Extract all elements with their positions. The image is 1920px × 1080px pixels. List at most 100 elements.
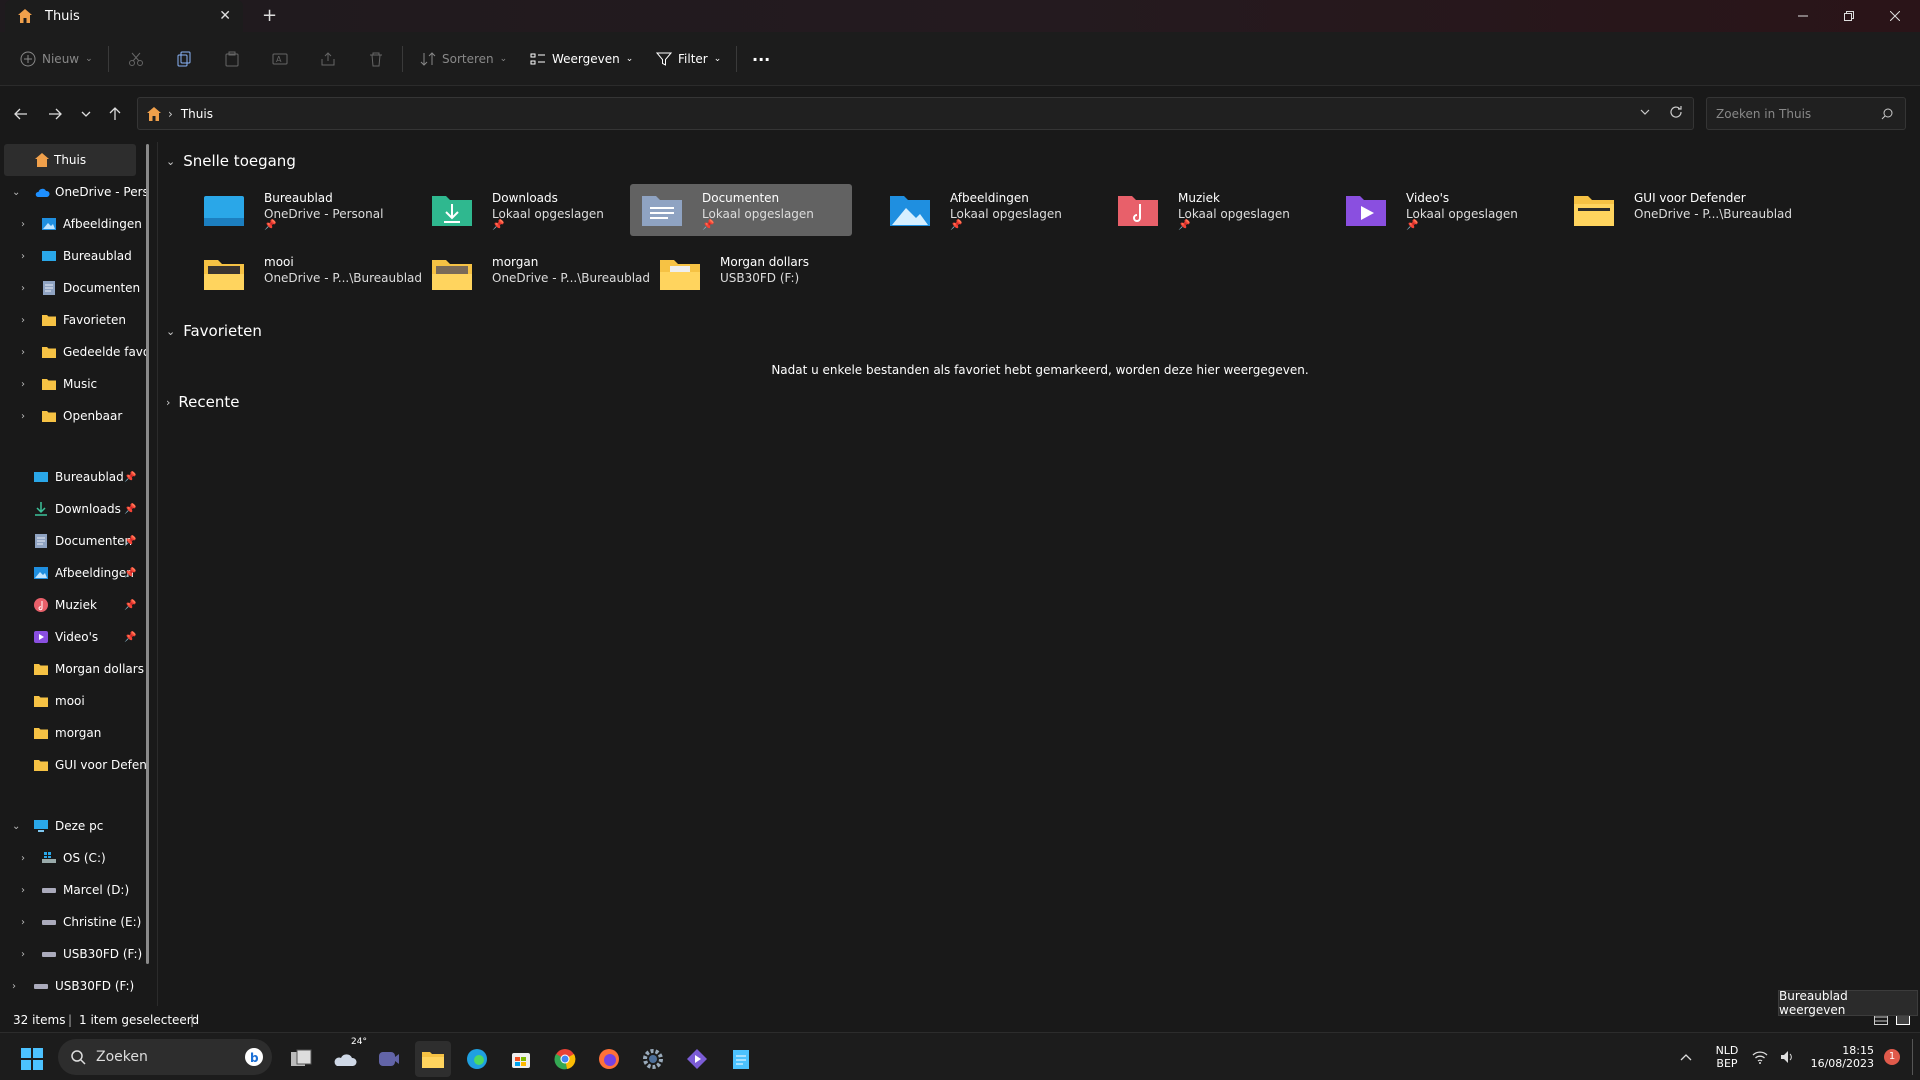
recent-header[interactable]: › Recente (166, 393, 239, 411)
quick-access-item-bureaublad[interactable]: Bureaublad OneDrive - Personal 📌 (192, 184, 414, 236)
quick-access-item-documenten[interactable]: Documenten Lokaal opgeslagen 📌 (630, 184, 852, 236)
minimize-button[interactable] (1780, 0, 1826, 32)
quick-access-item-mooi[interactable]: mooi OneDrive - P...\Bureaublad (192, 248, 422, 300)
quick-access-item-videos[interactable]: Video's Lokaal opgeslagen 📌 (1334, 184, 1556, 236)
sidebar-pinned-videos[interactable]: Video's 📌 (0, 621, 146, 653)
refresh-button[interactable] (1669, 105, 1683, 122)
chevron-right-icon[interactable]: › (21, 347, 25, 358)
sidebar-pinned-downloads[interactable]: Downloads 📌 (0, 493, 146, 525)
new-tab-button[interactable]: + (262, 5, 277, 26)
sidebar-item-onedrive[interactable]: ⌄ OneDrive - Personal (0, 176, 146, 208)
sidebar-item-thuis[interactable]: Thuis (4, 144, 136, 176)
taskbar-search[interactable]: Zoeken b (58, 1039, 272, 1075)
sidebar-pinned-muziek[interactable]: Muziek 📌 (0, 589, 146, 621)
network-volume-button[interactable] (1752, 1033, 1796, 1080)
quick-access-item-afbeeldingen[interactable]: Afbeeldingen Lokaal opgeslagen 📌 (878, 184, 1100, 236)
restore-button[interactable] (1826, 0, 1872, 32)
up-button[interactable] (101, 100, 129, 128)
item-location: Lokaal opgeslagen (492, 207, 604, 221)
search-input[interactable]: Zoeken in Thuis (1716, 107, 1811, 121)
sidebar-item-bureaublad[interactable]: › Bureaublad (0, 240, 146, 272)
task-view-button[interactable] (283, 1041, 319, 1077)
sidebar-item-favorieten[interactable]: › Favorieten (0, 304, 146, 336)
chevron-right-icon[interactable]: › (12, 981, 16, 992)
sidebar-drive-f[interactable]: › USB30FD (F:) (0, 938, 146, 970)
chevron-right-icon[interactable]: › (21, 283, 25, 294)
quick-access-item-gui-voor-defender[interactable]: GUI voor Defender OneDrive - P...\Bureau… (1562, 184, 1792, 236)
notepad-button[interactable] (723, 1041, 759, 1077)
more-options-button[interactable]: ··· (752, 32, 770, 86)
quick-access-item-morgan[interactable]: morgan OneDrive - P...\Bureaublad (420, 248, 650, 300)
quick-access-item-morgan-dollars[interactable]: Morgan dollars USB30FD (F:) (648, 248, 870, 300)
file-explorer-button[interactable] (415, 1041, 451, 1077)
chevron-right-icon[interactable]: › (21, 411, 25, 422)
sidebar-drive-d[interactable]: › Marcel (D:) (0, 874, 146, 906)
show-desktop-button[interactable] (1912, 1039, 1913, 1075)
quick-access-header[interactable]: ⌄ Snelle toegang (166, 152, 296, 170)
rename-button[interactable]: A (272, 32, 294, 86)
breadcrumb-thuis[interactable]: Thuis (181, 107, 213, 121)
filter-button[interactable]: Filter ⌄ (656, 32, 721, 86)
close-window-button[interactable] (1872, 0, 1918, 32)
app-button[interactable] (679, 1041, 715, 1077)
sidebar-folder-morgan-dollars[interactable]: Morgan dollars (0, 653, 146, 685)
forward-button[interactable] (41, 100, 69, 128)
quick-access-item-downloads[interactable]: Downloads Lokaal opgeslagen 📌 (420, 184, 642, 236)
chevron-right-icon[interactable]: › (21, 379, 25, 390)
chevron-down-icon[interactable]: ⌄ (12, 821, 20, 832)
sidebar-folder-morgan[interactable]: morgan (0, 717, 146, 749)
search-box[interactable]: Zoeken in Thuis (1706, 97, 1906, 130)
sidebar-usb-drive[interactable]: › USB30FD (F:) (0, 970, 146, 1002)
sidebar-item-music[interactable]: › Music (0, 368, 146, 400)
address-bar[interactable]: › Thuis (137, 97, 1694, 130)
new-button[interactable]: Nieuw ⌄ (20, 32, 93, 86)
address-dropdown-button[interactable] (1639, 106, 1651, 121)
sidebar-item-gedeelde-favorieten[interactable]: › Gedeelde favorieten (0, 336, 146, 368)
tab-thuis[interactable]: Thuis ✕ (5, 0, 243, 32)
favorites-header[interactable]: ⌄ Favorieten (166, 322, 262, 340)
chevron-right-icon[interactable]: › (21, 917, 25, 928)
chevron-right-icon[interactable]: › (21, 219, 25, 230)
cut-button[interactable] (128, 32, 150, 86)
sidebar-pinned-afbeeldingen[interactable]: Afbeeldingen 📌 (0, 557, 146, 589)
recent-locations-button[interactable] (72, 100, 100, 128)
sidebar-folder-mooi[interactable]: mooi (0, 685, 146, 717)
sidebar-scrollbar[interactable] (146, 144, 149, 964)
paste-button[interactable] (224, 32, 246, 86)
clock[interactable]: 18:15 16/08/2023 (1802, 1033, 1874, 1080)
sidebar-drive-c[interactable]: › OS (C:) (0, 842, 146, 874)
sidebar-folder-gui-voor-defender[interactable]: GUI voor Defender (0, 749, 146, 781)
copy-button[interactable] (176, 32, 198, 86)
show-hidden-icons-button[interactable] (1676, 1033, 1696, 1080)
sidebar-item-documenten[interactable]: › Documenten (0, 272, 146, 304)
chevron-down-icon[interactable]: ⌄ (12, 187, 20, 198)
back-button[interactable] (7, 100, 35, 128)
chevron-right-icon[interactable]: › (21, 949, 25, 960)
chevron-right-icon[interactable]: › (21, 315, 25, 326)
chevron-right-icon[interactable]: › (21, 853, 25, 864)
share-button[interactable] (320, 32, 342, 86)
chevron-right-icon[interactable]: › (21, 251, 25, 262)
sidebar-item-openbaar[interactable]: › Openbaar (0, 400, 146, 432)
edge-button[interactable] (459, 1041, 495, 1077)
settings-button[interactable] (635, 1041, 671, 1077)
close-tab-button[interactable]: ✕ (219, 8, 231, 24)
quick-access-item-muziek[interactable]: Muziek Lokaal opgeslagen 📌 (1106, 184, 1328, 236)
teams-button[interactable] (371, 1041, 407, 1077)
delete-button[interactable] (368, 32, 390, 86)
view-button[interactable]: Weergeven ⌄ (530, 32, 633, 86)
sidebar-drive-e[interactable]: › Christine (E:) (0, 906, 146, 938)
sidebar-item-afbeeldingen[interactable]: › Afbeeldingen (0, 208, 146, 240)
language-indicator[interactable]: NLD BEP (1710, 1033, 1744, 1080)
notification-center-button[interactable]: 1 (1882, 1033, 1902, 1080)
start-button[interactable] (14, 1041, 50, 1077)
sidebar-item-deze-pc[interactable]: ⌄ Deze pc (0, 810, 146, 842)
firefox-button[interactable] (591, 1041, 627, 1077)
sort-button[interactable]: Sorteren ⌄ (420, 32, 507, 86)
chevron-right-icon[interactable]: › (21, 885, 25, 896)
weather-widget[interactable]: 24° (327, 1037, 367, 1077)
sidebar-pinned-documenten[interactable]: Documenten 📌 (0, 525, 146, 557)
sidebar-pinned-bureaublad[interactable]: Bureaublad 📌 (0, 461, 146, 493)
chrome-button[interactable] (547, 1041, 583, 1077)
store-button[interactable] (503, 1041, 539, 1077)
